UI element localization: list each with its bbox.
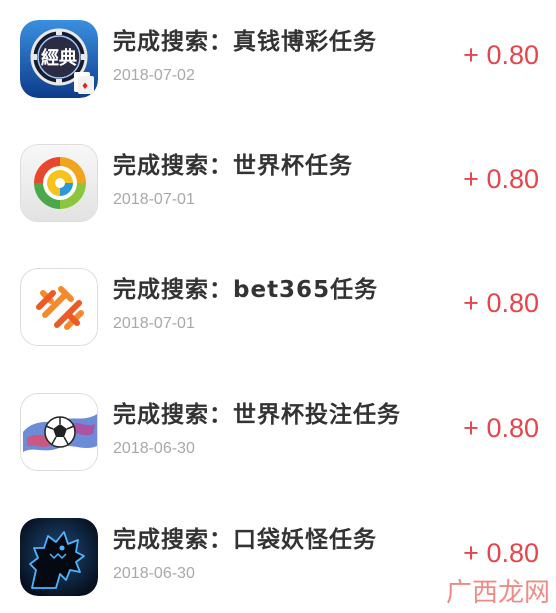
reward-amount: + 0.80 bbox=[463, 538, 539, 568]
task-date: 2018-07-01 bbox=[113, 315, 195, 332]
color-wheel-app-icon bbox=[20, 144, 98, 222]
soccer-ball-app-icon bbox=[20, 393, 98, 471]
task-date: 2018-06-30 bbox=[113, 440, 195, 457]
task-row[interactable]: 完成搜索：世界杯投注任务 2018-06-30 + 0.80 bbox=[0, 373, 556, 485]
task-title: 完成搜索：真钱博彩任务 bbox=[113, 29, 377, 55]
task-title: 完成搜索：世界杯投注任务 bbox=[113, 402, 401, 428]
bet365-logo-app-icon bbox=[20, 268, 98, 346]
reward-amount: + 0.80 bbox=[463, 164, 539, 194]
svg-text:♦: ♦ bbox=[81, 82, 89, 92]
task-date: 2018-06-30 bbox=[113, 565, 195, 582]
site-watermark: 广西龙网 bbox=[445, 578, 550, 608]
task-row[interactable]: ♦ 經典 完成搜索：真钱博彩任务 2018-07-02 + 0.80 bbox=[0, 0, 556, 112]
task-row[interactable]: 完成搜索：世界杯任务 2018-07-01 + 0.80 bbox=[0, 124, 556, 236]
task-title: 完成搜索：世界杯任务 bbox=[113, 153, 353, 179]
reward-amount: + 0.80 bbox=[463, 413, 539, 443]
poker-chip-app-icon: ♦ 經典 bbox=[20, 20, 98, 98]
task-title: 完成搜索：口袋妖怪任务 bbox=[113, 527, 377, 553]
task-title: 完成搜索：bet365任务 bbox=[113, 277, 379, 303]
monster-silhouette-app-icon bbox=[20, 518, 98, 596]
task-date: 2018-07-02 bbox=[113, 67, 195, 84]
task-date: 2018-07-01 bbox=[113, 191, 195, 208]
icon-text: 經典 bbox=[41, 47, 77, 69]
task-reward-list: ♦ 經典 完成搜索：真钱博彩任务 2018-07-02 + 0.80 完成搜索：… bbox=[0, 0, 556, 613]
reward-amount: + 0.80 bbox=[463, 288, 539, 318]
task-row[interactable]: 完成搜索：bet365任务 2018-07-01 + 0.80 bbox=[0, 248, 556, 360]
reward-amount: + 0.80 bbox=[463, 40, 539, 70]
